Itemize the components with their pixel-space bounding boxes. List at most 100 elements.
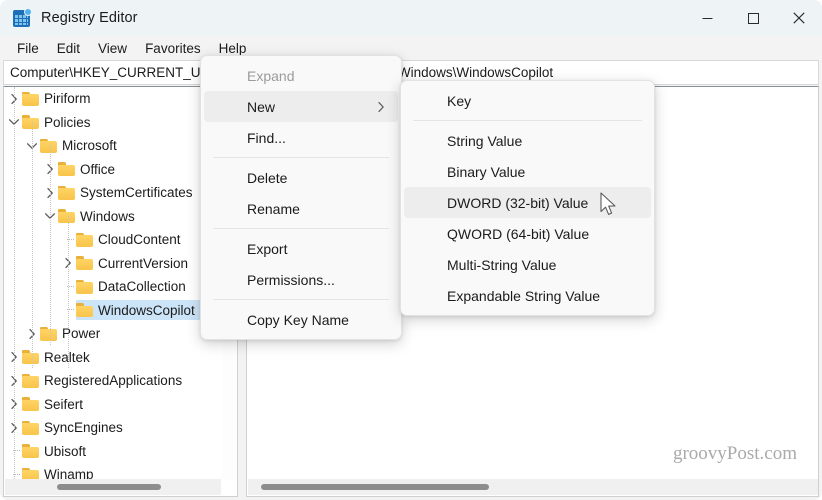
tree-item-content[interactable]: CloudContent: [76, 230, 186, 250]
submenu-item-string-value[interactable]: String Value: [404, 125, 651, 156]
registry-editor-icon: [13, 7, 32, 27]
folder-icon: [76, 303, 93, 318]
window-title: Registry Editor: [41, 10, 138, 26]
folder-icon: [22, 373, 39, 388]
menu-item-expand: Expand: [204, 60, 398, 91]
window-controls: [684, 0, 822, 36]
tree-item-content[interactable]: RegisteredApplications: [22, 371, 187, 391]
tree-item-label: DataCollection: [98, 279, 186, 295]
tree-item-label: Policies: [44, 114, 91, 130]
menubar-item-view[interactable]: View: [89, 39, 136, 58]
tree-item-piriform[interactable]: Piriform: [4, 87, 223, 111]
tree-item-content[interactable]: CurrentVersion: [76, 253, 193, 273]
tree-guide-line: [14, 87, 15, 479]
menu-item-label: Binary Value: [447, 163, 526, 180]
tree-item-currentversion[interactable]: CurrentVersion: [4, 252, 223, 276]
tree-horizontal-scroll-thumb[interactable]: [57, 484, 161, 490]
menu-item-label: Find...: [247, 129, 286, 146]
menubar-item-file[interactable]: File: [8, 39, 48, 58]
tree-item-label: Office: [80, 161, 116, 177]
folder-icon: [40, 326, 57, 341]
tree-item-content[interactable]: SystemCertificates: [58, 183, 198, 203]
folder-icon: [22, 444, 39, 459]
submenu-item-dword-32-bit-value[interactable]: DWORD (32-bit) Value: [404, 187, 651, 218]
tree-item-datacollection[interactable]: DataCollection: [4, 275, 223, 299]
tree-item-label: RegisteredApplications: [44, 373, 183, 389]
tree-item-content[interactable]: Windows: [58, 206, 140, 226]
tree-item-syncengines[interactable]: SyncEngines: [4, 416, 223, 440]
tree-item-realtek[interactable]: Realtek: [4, 346, 223, 370]
submenu-item-key[interactable]: Key: [404, 85, 651, 116]
tree-horizontal-scrollbar[interactable]: [5, 479, 221, 495]
menu-item-find[interactable]: Find...: [204, 122, 398, 153]
tree-item-power[interactable]: Power: [4, 322, 223, 346]
tree-item-content[interactable]: Office: [58, 159, 120, 179]
maximize-button[interactable]: [730, 0, 776, 36]
menu-item-delete[interactable]: Delete: [204, 162, 398, 193]
submenu-item-qword-64-bit-value[interactable]: QWORD (64-bit) Value: [404, 218, 651, 249]
folder-icon: [22, 115, 39, 130]
menu-item-new[interactable]: New: [204, 91, 398, 122]
context-menu: Expand New Find... Delete Rename Export Permis…: [200, 55, 402, 340]
tree-item-content[interactable]: Winamp: [22, 465, 99, 479]
menu-item-label: Permissions...: [247, 271, 335, 288]
tree-item-content[interactable]: DataCollection: [76, 277, 191, 297]
menu-item-rename[interactable]: Rename: [204, 193, 398, 224]
tree-item-label: Winamp: [44, 467, 94, 479]
tree-item-systemcertificates[interactable]: SystemCertificates: [4, 181, 223, 205]
tree-item-office[interactable]: Office: [4, 158, 223, 182]
menu-item-label: Key: [447, 92, 472, 109]
menu-separator: [413, 120, 642, 121]
tree-item-winamp[interactable]: Winamp: [4, 463, 223, 479]
tree-item-registeredapplications[interactable]: RegisteredApplications: [4, 369, 223, 393]
tree-item-ubisoft[interactable]: Ubisoft: [4, 440, 223, 464]
tree-item-content[interactable]: Piriform: [22, 89, 96, 109]
title-bar: Registry Editor: [0, 0, 822, 36]
menu-item-copy-key-name[interactable]: Copy Key Name: [204, 304, 398, 335]
submenu-item-expandable-string-value[interactable]: Expandable String Value: [404, 280, 651, 311]
values-horizontal-scroll-thumb[interactable]: [261, 484, 489, 490]
close-button[interactable]: [776, 0, 822, 36]
tree-item-seifert[interactable]: Seifert: [4, 393, 223, 417]
menu-item-label: Expand: [247, 67, 295, 84]
tree-item-policies[interactable]: Policies: [4, 111, 223, 135]
menu-item-permissions[interactable]: Permissions...: [204, 264, 398, 295]
folder-icon: [22, 420, 39, 435]
tree-item-label: SystemCertificates: [80, 185, 193, 201]
folder-icon: [22, 350, 39, 365]
menubar-item-edit[interactable]: Edit: [48, 39, 89, 58]
tree-item-content[interactable]: Seifert: [22, 394, 88, 414]
menu-item-label: QWORD (64-bit) Value: [447, 225, 590, 242]
tree-item-label: SyncEngines: [44, 420, 123, 436]
menu-item-export[interactable]: Export: [204, 233, 398, 264]
registry-editor-window: Registry Editor File Edit View Favorites Hel…: [0, 0, 822, 500]
tree-item-windowscopilot[interactable]: WindowsCopilot: [4, 299, 223, 323]
menubar-item-favorites[interactable]: Favorites: [136, 39, 210, 58]
tree-item-content[interactable]: Microsoft: [40, 136, 122, 156]
folder-icon: [76, 256, 93, 271]
tree-item-content[interactable]: Ubisoft: [22, 441, 91, 461]
folder-icon: [22, 397, 39, 412]
tree-item-content[interactable]: SyncEngines: [22, 418, 128, 438]
tree-item-label: Power: [62, 326, 101, 342]
minimize-button[interactable]: [684, 0, 730, 36]
folder-icon: [40, 138, 57, 153]
tree-item-content[interactable]: WindowsCopilot: [76, 300, 200, 321]
values-horizontal-scrollbar[interactable]: [248, 479, 818, 495]
menu-item-label: Multi-String Value: [447, 256, 557, 273]
tree-item-label: CurrentVersion: [98, 255, 189, 271]
tree-guide-line: [68, 216, 69, 368]
submenu-item-multi-string-value[interactable]: Multi-String Value: [404, 249, 651, 280]
folder-icon: [22, 467, 39, 479]
tree-item-windows[interactable]: Windows: [4, 205, 223, 229]
folder-icon: [58, 162, 75, 177]
submenu-item-binary-value[interactable]: Binary Value: [404, 156, 651, 187]
menu-item-label: Copy Key Name: [247, 311, 349, 328]
tree-item-cloudcontent[interactable]: CloudContent: [4, 228, 223, 252]
tree-item-label: WindowsCopilot: [98, 302, 195, 318]
tree-item-content[interactable]: Policies: [22, 112, 96, 132]
tree-item-microsoft[interactable]: Microsoft: [4, 134, 223, 158]
menu-item-label: New: [247, 98, 276, 115]
tree-guide-line: [50, 145, 51, 345]
tree-item-label: Seifert: [44, 396, 84, 412]
